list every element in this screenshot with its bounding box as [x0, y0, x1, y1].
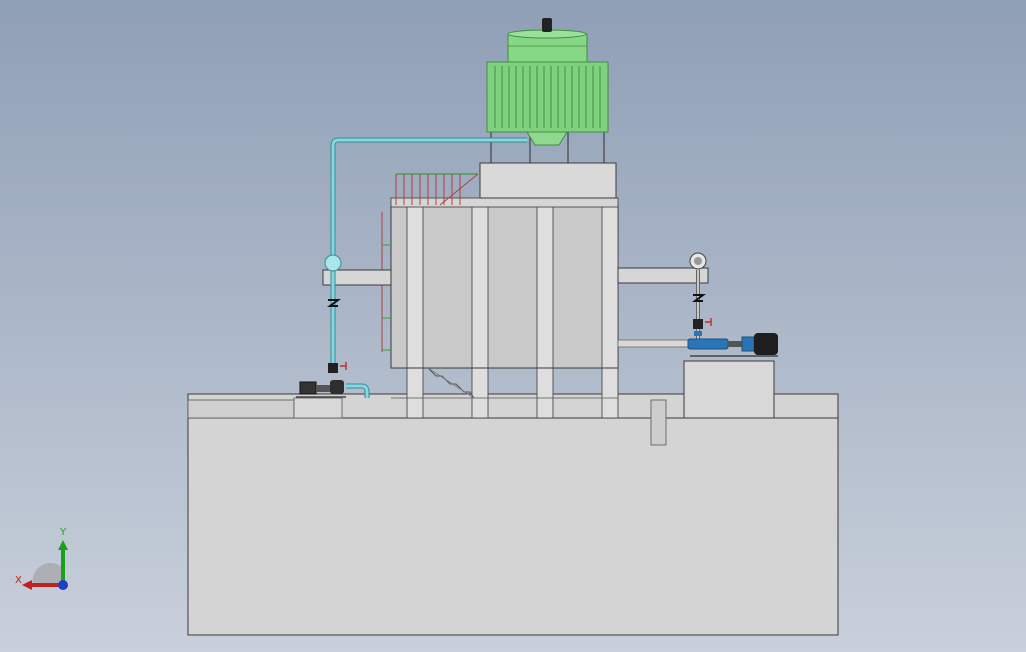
left-valve-lower: [328, 362, 347, 373]
basin: [187, 393, 839, 636]
right-pump-pad: [683, 360, 775, 419]
right-valve-upper: [692, 294, 706, 302]
left-pump-pad: [293, 397, 343, 419]
cad-model-drawing[interactable]: [0, 0, 1026, 652]
right-pump: [687, 333, 778, 357]
triad-graphic: [22, 540, 68, 590]
main-tank: [390, 162, 619, 419]
x-axis-label: X: [15, 575, 22, 586]
right-pipe: [617, 252, 707, 348]
right-arm-beam: [617, 267, 709, 284]
view-triad[interactable]: Y X: [10, 527, 80, 598]
right-valve-lower: [693, 318, 712, 336]
graphics-viewport[interactable]: Y X: [0, 0, 1026, 652]
left-valve-upper: [327, 299, 341, 307]
y-axis-label: Y: [60, 527, 67, 538]
z-axis-dot: [58, 580, 68, 590]
